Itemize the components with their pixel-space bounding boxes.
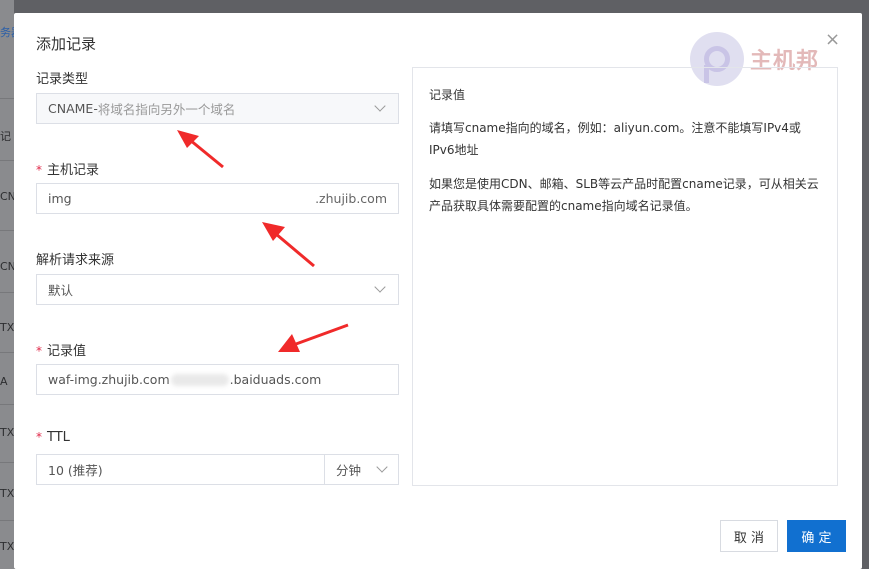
- resolve-source-value: 默认: [48, 283, 74, 298]
- bg-divider: [0, 292, 14, 293]
- bg-divider: [0, 462, 14, 463]
- cancel-button[interactable]: 取 消: [720, 520, 778, 552]
- host-record-input[interactable]: img .zhujib.com: [36, 183, 399, 214]
- bg-fragment: 记: [0, 130, 11, 143]
- bg-fragment: CN: [0, 190, 14, 203]
- record-type-value: CNAME-: [48, 101, 98, 116]
- ttl-unit-select[interactable]: 分钟: [324, 454, 399, 485]
- bg-fragment: TX: [0, 321, 14, 334]
- record-type-hint: 将域名指向另外一个域名: [97, 102, 236, 117]
- record-value-label: * 记录值: [36, 340, 86, 359]
- record-type-label: 记录类型: [36, 72, 89, 87]
- bg-fragment: CN: [0, 260, 14, 273]
- help-panel: 记录值 请填写cname指向的域名，例如：aliyun.com。注意不能填写IP…: [412, 67, 838, 486]
- bg-fragment: 务器: [0, 26, 14, 39]
- bg-divider: [0, 98, 14, 99]
- resolve-source-select[interactable]: 默认: [36, 274, 399, 305]
- record-value-suffix: .baiduads.com: [229, 372, 322, 387]
- dialog-title: 添加记录: [36, 35, 97, 53]
- bg-fragment: TX: [0, 426, 14, 439]
- bg-fragment: TX: [0, 487, 14, 500]
- bg-divider: [0, 520, 14, 521]
- help-text-cloud-products: 如果您是使用CDN、邮箱、SLB等云产品时配置cname记录，可从相关云产品获取…: [429, 177, 819, 213]
- required-mark: *: [36, 163, 42, 177]
- redacted-blur: [170, 373, 229, 386]
- ttl-label-text: TTL: [47, 430, 70, 445]
- background-page: 务器 记 CN CN TX A TX TX TX: [0, 0, 14, 569]
- chevron-down-icon: [376, 461, 388, 473]
- confirm-button[interactable]: 确 定: [787, 520, 846, 552]
- required-mark: *: [36, 344, 42, 358]
- chevron-down-icon: [374, 100, 386, 112]
- host-record-label: * 主机记录: [36, 159, 99, 178]
- record-value-label-text: 记录值: [47, 344, 87, 359]
- required-mark: *: [36, 430, 42, 444]
- chevron-down-icon: [374, 281, 386, 293]
- bg-divider: [0, 404, 14, 405]
- host-record-value: img: [48, 191, 72, 206]
- bg-divider: [0, 230, 14, 231]
- ttl-input[interactable]: 10 (推荐): [36, 454, 325, 485]
- record-value-input[interactable]: waf-img.zhujib.com .baiduads.com: [36, 364, 399, 395]
- record-value-prefix: waf-img.zhujib.com: [48, 372, 170, 387]
- ttl-unit-value: 分钟: [336, 463, 362, 478]
- record-type-select[interactable]: CNAME- 将域名指向另外一个域名: [36, 93, 399, 124]
- domain-suffix: .zhujib.com: [315, 191, 387, 206]
- bg-divider: [0, 352, 14, 353]
- ttl-value: 10 (推荐): [48, 463, 103, 478]
- bg-fragment: A: [0, 375, 8, 388]
- resolve-source-label: 解析请求来源: [36, 253, 115, 268]
- help-heading: 记录值: [429, 88, 466, 102]
- close-icon[interactable]: ×: [825, 31, 840, 49]
- host-record-label-text: 主机记录: [47, 163, 100, 178]
- bg-divider: [0, 160, 14, 161]
- bg-fragment: TX: [0, 540, 14, 553]
- add-record-dialog: 添加记录 主机邦 × 记录类型 CNAME- 将域名指向另外一个域名 * 主机记录…: [14, 13, 862, 569]
- ttl-label: * TTL: [36, 430, 70, 445]
- help-text-cname: 请填写cname指向的域名，例如：aliyun.com。注意不能填写IPv4或I…: [429, 121, 801, 157]
